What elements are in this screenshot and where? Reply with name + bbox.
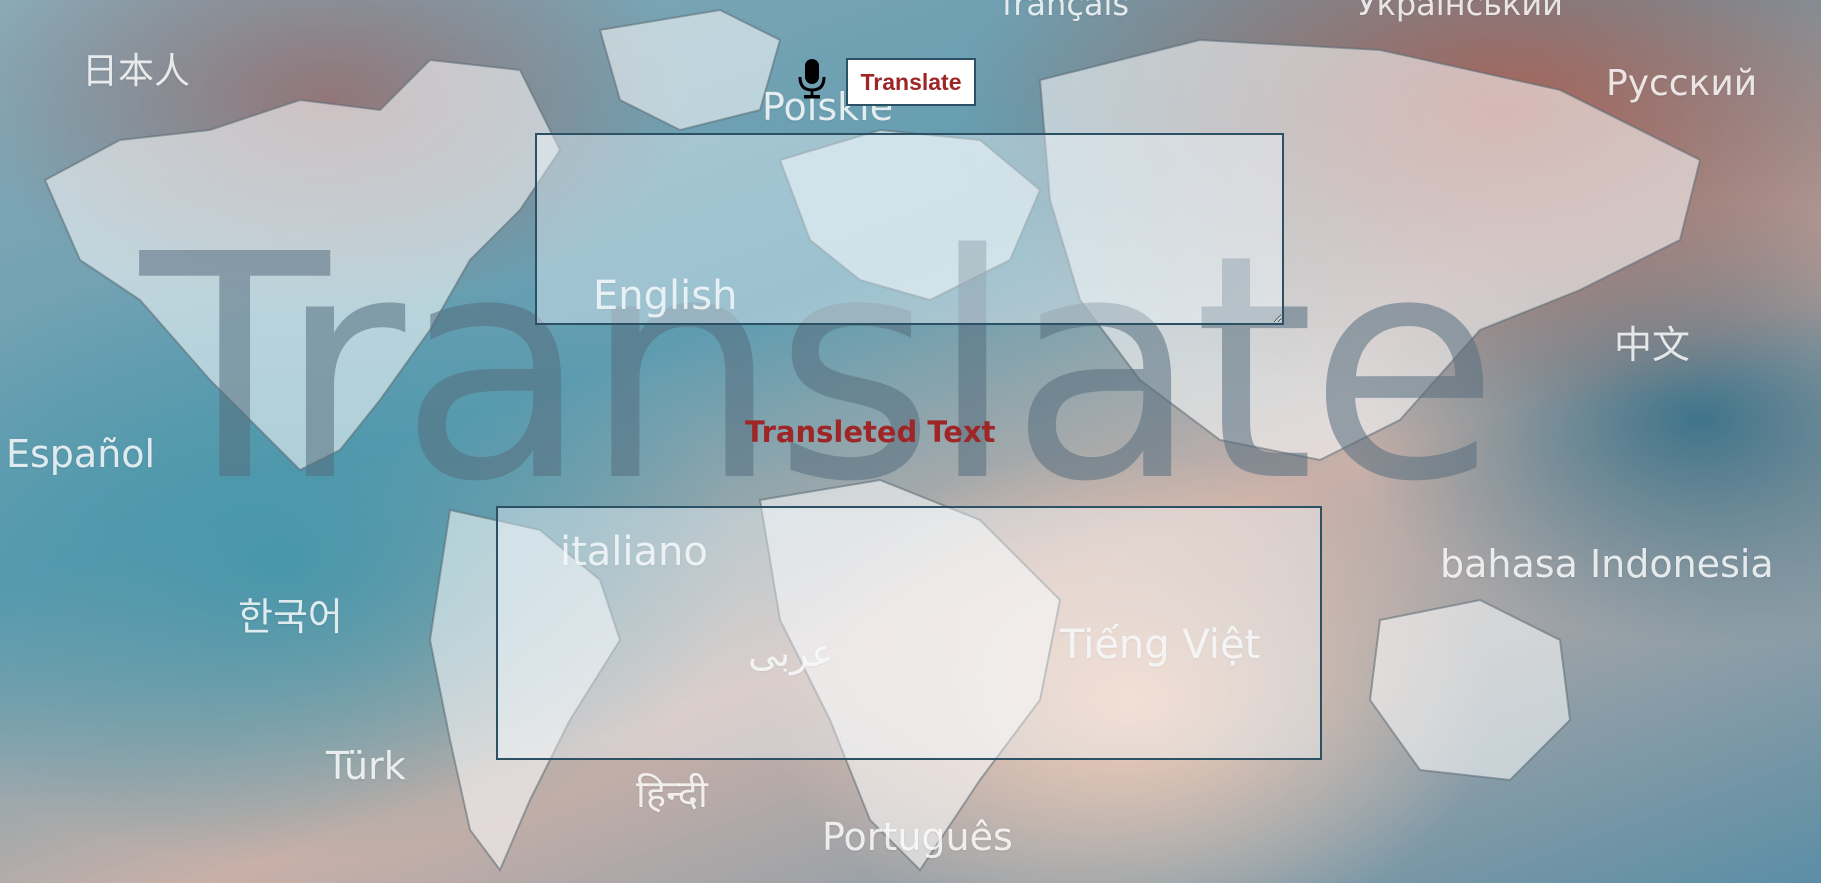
greenland-shape: [598, 8, 782, 132]
language-label-japanese: 日本人: [82, 51, 191, 92]
language-label-hindi: हिन्दी: [636, 772, 708, 816]
language-label-russian: Русский: [1606, 63, 1758, 104]
language-label-portuguese: Português: [822, 815, 1013, 859]
page: Translate 日本人 Polskie français Українськ…: [0, 0, 1821, 883]
australia-shape: [1368, 598, 1572, 782]
language-label-turkish: Türk: [326, 744, 406, 788]
microphone-icon[interactable]: [796, 58, 828, 100]
language-label-ukrainian: Український: [1357, 0, 1563, 23]
language-label-french: français: [1002, 0, 1130, 23]
translated-text-output: [496, 506, 1322, 760]
language-label-indonesian: bahasa Indonesia: [1440, 542, 1774, 586]
language-label-korean: 한국어: [238, 595, 343, 639]
language-label-spanish: Español: [6, 432, 156, 476]
translated-text-heading: Transleted Text: [745, 415, 996, 449]
language-label-chinese: 中文: [1614, 323, 1691, 367]
translate-button[interactable]: Translate: [846, 58, 976, 106]
source-text-input[interactable]: [535, 133, 1284, 325]
